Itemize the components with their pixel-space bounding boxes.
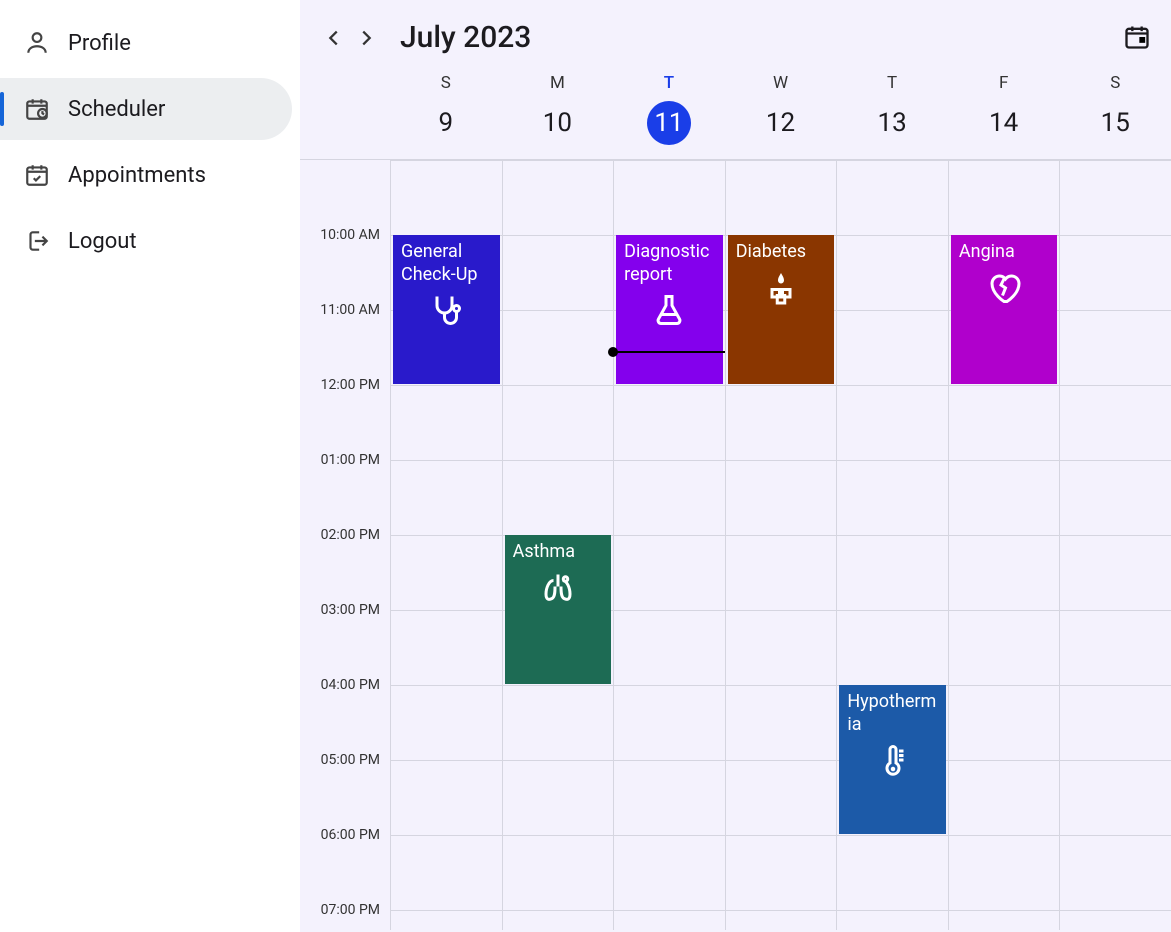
schedule-grid-scroll[interactable]: 10:00 AM 11:00 AM 12:00 PM 01:00 PM 02:00 PM… <box>300 160 1171 932</box>
time-label: 10:00 AM <box>320 227 380 243</box>
day-header[interactable]: M 10 <box>502 65 614 159</box>
logout-icon <box>24 228 50 254</box>
event-title: Diabetes <box>736 241 827 264</box>
time-label: 11:00 AM <box>320 302 380 318</box>
day-columns: General Check-Up Asthma Diagnostic report D… <box>390 160 1171 930</box>
day-header[interactable]: T 13 <box>836 65 948 159</box>
chevron-right-icon <box>355 27 377 49</box>
day-of-week: F <box>948 73 1060 93</box>
calendar-clock-icon <box>24 96 50 122</box>
day-column: Hypothermia <box>836 160 948 930</box>
lungs-icon <box>513 570 604 606</box>
day-column: Angina <box>948 160 1060 930</box>
sidebar: Profile Scheduler Appointments Logout <box>0 0 300 932</box>
stethoscope-icon <box>401 292 492 328</box>
sugar-cubes-icon <box>736 270 827 306</box>
event-title: Diagnostic report <box>624 241 715 286</box>
day-number: 14 <box>982 101 1026 145</box>
sidebar-item-label: Logout <box>68 229 137 254</box>
day-of-week: S <box>1059 73 1171 93</box>
thermometer-icon <box>847 742 938 778</box>
user-icon <box>24 30 50 56</box>
today-button[interactable] <box>1123 23 1153 53</box>
day-column: Diabetes <box>725 160 837 930</box>
next-week-button[interactable] <box>350 22 382 54</box>
day-header[interactable]: S9 <box>390 65 502 159</box>
event-general-check-up[interactable]: General Check-Up <box>393 235 500 384</box>
event-title: General Check-Up <box>401 241 492 286</box>
day-column <box>1059 160 1171 930</box>
time-label: 06:00 PM <box>321 827 380 843</box>
sidebar-item-logout[interactable]: Logout <box>0 210 292 272</box>
calendar-today-icon <box>1123 23 1151 51</box>
day-number: 10 <box>535 101 579 145</box>
event-diagnostic-report[interactable]: Diagnostic report <box>616 235 723 384</box>
time-gutter: 10:00 AM 11:00 AM 12:00 PM 01:00 PM 02:00 PM… <box>300 160 390 930</box>
current-time-indicator <box>613 351 725 353</box>
time-label: 01:00 PM <box>321 452 380 468</box>
day-of-week: S <box>390 73 502 93</box>
sidebar-item-scheduler[interactable]: Scheduler <box>0 78 292 140</box>
event-asthma[interactable]: Asthma <box>505 535 612 684</box>
time-label: 04:00 PM <box>321 677 380 693</box>
day-of-week: M <box>502 73 614 93</box>
day-header[interactable]: S 15 <box>1059 65 1171 159</box>
calendar-check-icon <box>24 162 50 188</box>
event-title: Asthma <box>513 541 604 564</box>
sidebar-item-label: Profile <box>68 31 131 56</box>
day-header[interactable]: T 11 <box>613 65 725 159</box>
event-angina[interactable]: Angina <box>951 235 1058 384</box>
flask-icon <box>624 292 715 328</box>
day-number: 15 <box>1093 101 1137 145</box>
chevron-left-icon <box>323 27 345 49</box>
day-header[interactable]: W 12 <box>725 65 837 159</box>
time-label: 03:00 PM <box>321 602 380 618</box>
scheduler-main: July 2023 S9M10T11W12T13F14S15 10:00 AM1… <box>300 0 1171 932</box>
time-label: 05:00 PM <box>321 752 380 768</box>
event-diabetes[interactable]: Diabetes <box>728 235 835 384</box>
day-of-week: W <box>725 73 837 93</box>
month-title: July 2023 <box>400 20 531 55</box>
day-header[interactable]: F 14 <box>948 65 1060 159</box>
day-column: General Check-Up <box>390 160 502 930</box>
sidebar-item-appointments[interactable]: Appointments <box>0 144 292 206</box>
prev-week-button[interactable] <box>318 22 350 54</box>
day-number: 13 <box>870 101 914 145</box>
sidebar-item-profile[interactable]: Profile <box>0 12 292 74</box>
time-label: 02:00 PM <box>321 527 380 543</box>
day-of-week: T <box>613 73 725 93</box>
day-column: Asthma <box>502 160 614 930</box>
event-title: Angina <box>959 241 1050 264</box>
sidebar-item-label: Appointments <box>68 163 206 188</box>
heart-crack-icon <box>959 270 1050 306</box>
event-hypothermia[interactable]: Hypothermia <box>839 685 946 834</box>
day-number: 11 <box>647 101 691 145</box>
day-number: 9 <box>424 101 468 145</box>
event-title: Hypothermia <box>847 691 938 736</box>
day-of-week: T <box>836 73 948 93</box>
time-label: 12:00 PM <box>321 377 380 393</box>
day-header-row: S9M10T11W12T13F14S15 <box>300 65 1171 160</box>
time-label: 07:00 PM <box>321 902 380 918</box>
calendar-toolbar: July 2023 <box>300 0 1171 65</box>
day-number: 12 <box>759 101 803 145</box>
day-column: Diagnostic report <box>613 160 725 930</box>
sidebar-item-label: Scheduler <box>68 97 165 122</box>
